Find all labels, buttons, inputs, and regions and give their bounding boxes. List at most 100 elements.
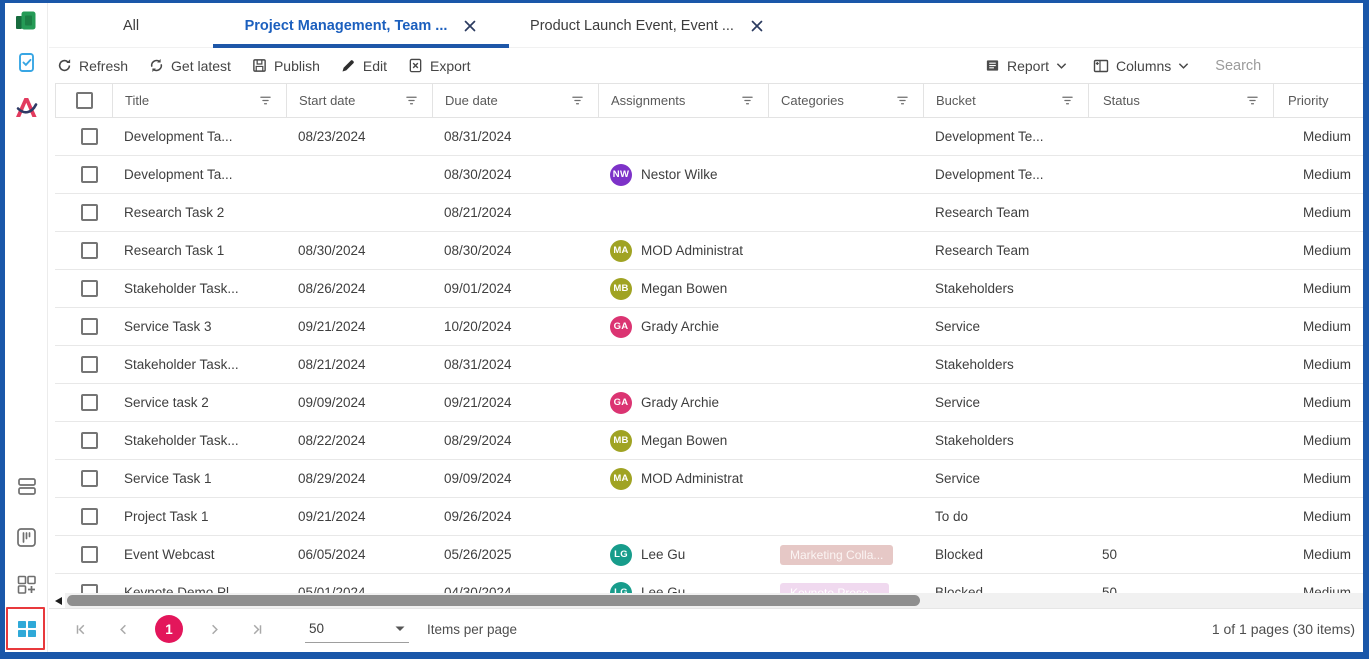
cell-bucket: Blocked [923,547,1088,562]
scrollbar-thumb[interactable] [67,595,920,606]
toolbar-button-label: Refresh [79,58,128,74]
cell-title: Development Ta... [112,167,286,182]
row-checkbox[interactable] [81,166,98,183]
rows-view-icon[interactable] [5,477,48,496]
column-header-label: Assignments [611,93,741,108]
row-checkbox[interactable] [81,394,98,411]
cell-assignments: NWNestor Wilke [598,164,768,186]
column-header-assignments[interactable]: Assignments [598,84,768,117]
table-row[interactable]: Keynote Demo Pl...05/01/202404/30/2024LG… [55,574,1363,593]
assignee-avatar: NW [610,164,632,186]
column-header-title[interactable]: Title [112,84,286,117]
cell-title: Research Task 2 [112,205,286,220]
filter-icon[interactable] [896,95,909,106]
cell-assignments: GAGrady Archie [598,392,768,414]
row-checkbox-cell [55,432,112,449]
toolbar-button-label: Export [430,58,470,74]
toolbar-menu-report[interactable]: Report [985,58,1067,74]
cell-bucket: Stakeholders [923,281,1088,296]
filter-icon[interactable] [405,95,418,106]
row-checkbox[interactable] [81,204,98,221]
column-header-status[interactable]: Status [1088,84,1273,117]
toolbar-button-label: Get latest [171,58,231,74]
grid-body: Development Ta...08/23/202408/31/2024Dev… [55,118,1363,593]
toolbar-button-export[interactable]: Export [408,58,470,74]
row-checkbox[interactable] [81,318,98,335]
select-all-checkbox[interactable] [76,92,93,109]
filter-icon[interactable] [741,95,754,106]
toolbar-button-label: Publish [274,58,320,74]
row-checkbox[interactable] [81,508,98,525]
cell-title: Service Task 1 [112,471,286,486]
assignee-name: MOD Administrat [641,471,743,486]
row-checkbox[interactable] [81,280,98,297]
toolbar-button-publish[interactable]: Publish [252,58,320,74]
column-header-due-date[interactable]: Due date [432,84,598,117]
row-checkbox[interactable] [81,470,98,487]
row-checkbox[interactable] [81,128,98,145]
tab-label: Product Launch Event, Event ... [530,18,734,34]
cell-categories: Marketing Colla... [768,545,923,565]
filter-icon[interactable] [1246,95,1259,106]
next-page-button[interactable] [207,622,222,637]
cell-priority: Medium [1273,395,1363,410]
tasks-app-icon[interactable] [5,52,48,73]
row-checkbox[interactable] [81,242,98,259]
tab-close-icon[interactable] [750,19,764,33]
table-row[interactable]: Development Ta...08/23/202408/31/2024Dev… [55,118,1363,156]
cell-start-date: 08/30/2024 [286,243,432,258]
sync-icon [149,58,164,73]
cell-bucket: To do [923,509,1088,524]
filter-icon[interactable] [259,95,272,106]
toolbar-menu-columns[interactable]: Columns [1093,58,1189,74]
last-page-button[interactable] [250,622,265,637]
tab-all[interactable]: All [101,3,161,48]
toolbar-button-edit[interactable]: Edit [341,58,387,74]
table-row[interactable]: Service Task 309/21/202410/20/2024GAGrad… [55,308,1363,346]
assignee-name: Megan Bowen [641,281,727,296]
table-row[interactable]: Project Task 109/21/202409/26/2024To doM… [55,498,1363,536]
row-checkbox[interactable] [81,356,98,373]
tab-product-launch-event-event[interactable]: Product Launch Event, Event ... [519,3,775,48]
table-row[interactable]: Service Task 108/29/202409/09/2024MAMOD … [55,460,1363,498]
planner-logo[interactable] [5,9,48,33]
table-row[interactable]: Research Task 108/30/202408/30/2024MAMOD… [55,232,1363,270]
assignee-name: MOD Administrat [641,243,743,258]
cell-due-date: 05/26/2025 [432,547,598,562]
column-header-label: Start date [299,93,405,108]
toolbar-button-refresh[interactable]: Refresh [57,58,128,74]
tab-close-icon[interactable] [463,19,477,33]
cell-due-date: 08/31/2024 [432,357,598,372]
current-page-button[interactable]: 1 [155,615,183,643]
column-header-categories[interactable]: Categories [768,84,923,117]
row-checkbox[interactable] [81,546,98,563]
row-checkbox-cell [55,356,112,373]
row-checkbox[interactable] [81,584,98,593]
page-size-select[interactable]: 50 [305,615,409,643]
filter-icon[interactable] [571,95,584,106]
row-checkbox[interactable] [81,432,98,449]
previous-page-button[interactable] [116,622,131,637]
filter-icon[interactable] [1061,95,1074,106]
table-row[interactable]: Event Webcast06/05/202405/26/2025LGLee G… [55,536,1363,574]
toolbar-menu-label: Columns [1116,58,1171,74]
column-header-priority[interactable]: Priority [1273,84,1363,117]
table-row[interactable]: Stakeholder Task...08/21/202408/31/2024S… [55,346,1363,384]
toolbar-button-get-latest[interactable]: Get latest [149,58,231,74]
table-row[interactable]: Stakeholder Task...08/22/202408/29/2024M… [55,422,1363,460]
column-header-start-date[interactable]: Start date [286,84,432,117]
column-header-bucket[interactable]: Bucket [923,84,1088,117]
tab-project-management-team[interactable]: Project Management, Team ... [213,3,509,48]
table-row[interactable]: Stakeholder Task...08/26/202409/01/2024M… [55,270,1363,308]
apps4pro-logo[interactable] [5,95,48,120]
search-input[interactable] [1215,58,1365,74]
scroll-left-arrow-icon[interactable] [55,597,62,605]
table-row[interactable]: Research Task 208/21/2024Research TeamMe… [55,194,1363,232]
first-page-button[interactable] [73,622,88,637]
chevron-down-icon [1178,62,1189,70]
cell-bucket: Service [923,471,1088,486]
table-row[interactable]: Service task 209/09/202409/21/2024GAGrad… [55,384,1363,422]
table-row[interactable]: Development Ta...08/30/2024NWNestor Wilk… [55,156,1363,194]
add-view-icon[interactable] [5,574,48,595]
board-view-icon[interactable] [5,527,48,548]
